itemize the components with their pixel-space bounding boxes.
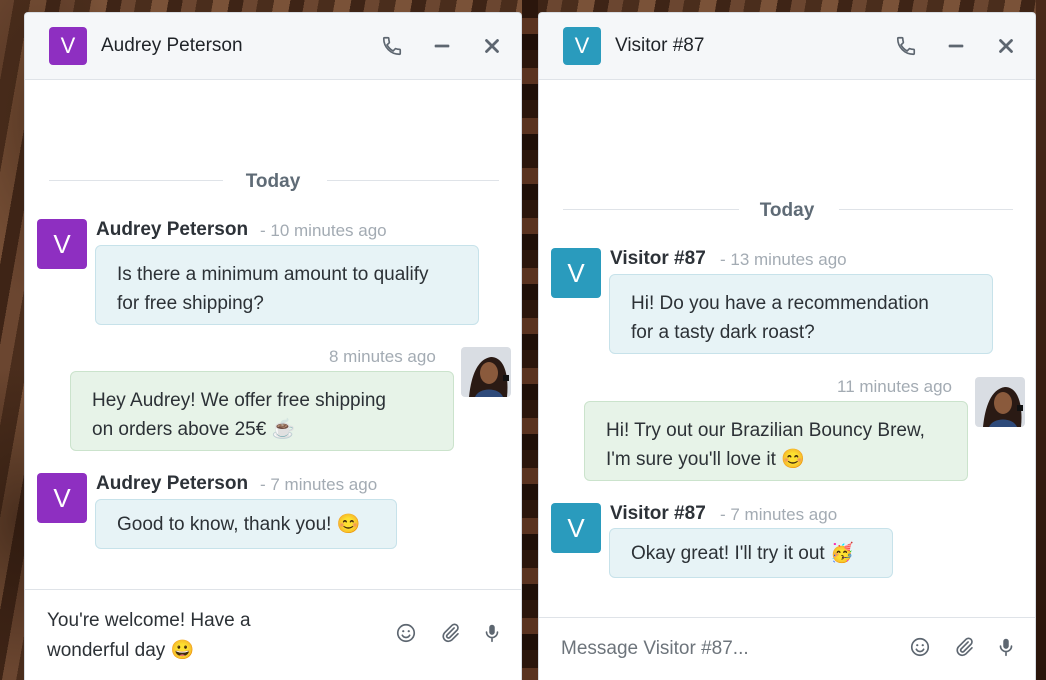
message-text-line: Okay great! I'll try it out 🥳 (631, 543, 854, 564)
emoji-icon[interactable] (909, 636, 931, 658)
message-avatar: V (37, 473, 87, 523)
message-text-line: Is there a minimum amount to qualify (117, 264, 429, 285)
message-avatar: V (551, 503, 601, 553)
chat-header: V Audrey Peterson (25, 13, 521, 80)
emoji-icon[interactable] (395, 622, 417, 644)
date-divider-label: Today (245, 171, 301, 192)
header-avatar: V (563, 27, 601, 65)
message-bubble-incoming: Is there a minimum amount to qualify for… (95, 245, 479, 325)
message-avatar: V (37, 219, 87, 269)
message-bubble-outgoing: Hey Audrey! We offer free shipping on or… (70, 371, 454, 451)
message-time: - 7 minutes ago (720, 505, 838, 524)
background-edge (1036, 0, 1046, 680)
message-time: 11 minutes ago (837, 377, 952, 396)
message-time: - 10 minutes ago (260, 221, 387, 240)
header-avatar: V (49, 27, 87, 65)
phone-icon[interactable] (381, 35, 403, 57)
date-divider: Today (563, 200, 1013, 221)
message-author: Visitor #87 (610, 503, 706, 524)
message-bubble-incoming: Hi! Do you have a recommendation for a t… (609, 274, 993, 354)
message-bubble-outgoing: Hi! Try out our Brazilian Bouncy Brew, I… (584, 401, 968, 481)
agent-avatar-photo (975, 377, 1025, 427)
message-composer[interactable]: You're welcome! Have a wonderful day 😀 (25, 589, 521, 680)
background-strip (522, 0, 538, 680)
minimize-icon[interactable] (431, 35, 453, 57)
message-bubble-incoming: Good to know, thank you! 😊 (95, 499, 397, 549)
message-bubble-incoming: Okay great! I'll try it out 🥳 (609, 528, 893, 578)
composer-input[interactable]: Message Visitor #87... (561, 634, 871, 664)
paperclip-icon[interactable] (953, 636, 975, 658)
header-title: Visitor #87 (615, 35, 705, 56)
message-text-line: for a tasty dark roast? (631, 322, 815, 343)
message-time: - 7 minutes ago (260, 475, 378, 494)
message-text-line: I'm sure you'll love it 😊 (606, 449, 805, 470)
message-text-line: Good to know, thank you! 😊 (117, 514, 361, 535)
microphone-icon[interactable] (995, 636, 1017, 658)
message-author: Visitor #87 (610, 248, 706, 269)
header-title: Audrey Peterson (101, 35, 243, 56)
message-author: Audrey Peterson (96, 219, 249, 240)
message-text-line: Hi! Do you have a recommendation (631, 293, 929, 314)
message-text-line: for free shipping? (117, 293, 264, 314)
composer-input[interactable]: You're welcome! Have a wonderful day 😀 (47, 606, 357, 666)
phone-icon[interactable] (895, 35, 917, 57)
close-icon[interactable] (481, 35, 503, 57)
composer-text-line: wonderful day 😀 (47, 640, 195, 661)
message-text-line: Hi! Try out our Brazilian Bouncy Brew, (606, 420, 925, 441)
message-time: 8 minutes ago (329, 347, 436, 366)
date-divider-label: Today (759, 200, 815, 221)
minimize-icon[interactable] (945, 35, 967, 57)
microphone-icon[interactable] (481, 622, 503, 644)
message-text-line: Hey Audrey! We offer free shipping (92, 390, 386, 411)
chat-header: V Visitor #87 (539, 13, 1035, 80)
paperclip-icon[interactable] (439, 622, 461, 644)
composer-text-line: You're welcome! Have a (47, 610, 251, 631)
chat-window-audrey: V Audrey Peterson Today V Audrey Peterso… (24, 12, 522, 680)
message-avatar: V (551, 248, 601, 298)
message-composer[interactable]: Message Visitor #87... (539, 617, 1035, 680)
message-text-line: on orders above 25€ ☕ (92, 419, 296, 440)
date-divider: Today (49, 171, 499, 192)
agent-avatar-photo (461, 347, 511, 397)
chat-window-visitor: V Visitor #87 Today V Visitor #87 - 13 m… (538, 12, 1036, 680)
message-author: Audrey Peterson (96, 473, 249, 494)
message-time: - 13 minutes ago (720, 250, 847, 269)
close-icon[interactable] (995, 35, 1017, 57)
